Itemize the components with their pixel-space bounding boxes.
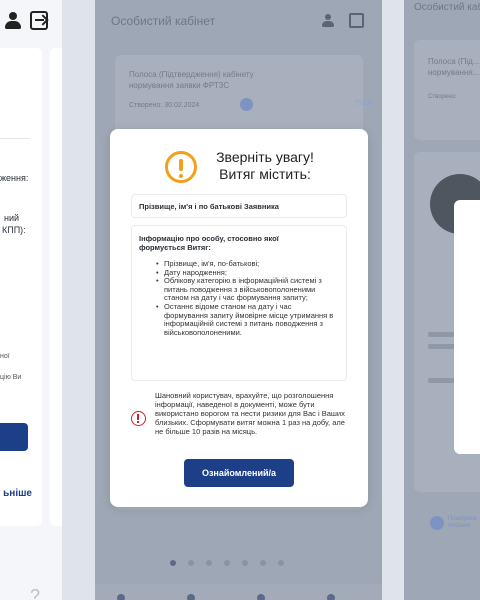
nav-menu-icon[interactable] [327, 594, 335, 600]
pagination-dot[interactable] [242, 560, 248, 566]
acknowledge-button[interactable]: Ознайомлений/а [184, 459, 294, 487]
side-label: Поши [355, 100, 374, 107]
left-screen: ження: ний КПП): ної цію Ви ьніше ? [0, 0, 62, 600]
right-modal [454, 200, 480, 454]
left-text-1: ження: [0, 173, 29, 183]
warning-text: Шановний користувач, врахуйте, що розгол… [155, 391, 345, 436]
left-text-3: КПП): [2, 225, 26, 235]
modal-title-line-1: Зверніть увагу! [216, 149, 314, 165]
nav-doc-icon[interactable] [187, 594, 195, 600]
left-text-5: цію Ви [0, 374, 22, 381]
bottom-nav [95, 584, 382, 600]
left-link[interactable]: ьніше [3, 488, 32, 499]
pagination-dot[interactable] [278, 560, 284, 566]
pagination-dots [170, 560, 310, 568]
pagination-dot[interactable] [188, 560, 194, 566]
modal-header: Зверніть увагу! Витяг містить: [165, 149, 325, 185]
card-date: Створено: [428, 94, 457, 100]
person-info-title: Інформацію про особу, стосовно якої форм… [139, 234, 279, 252]
left-primary-button[interactable] [0, 423, 28, 451]
card-title: Полоса (Під... нормування... [428, 57, 480, 77]
modal-title: Зверніть увагу! Витяг містить: [205, 149, 325, 183]
right-card: Полоса (Під... нормування... Створено: [414, 40, 480, 140]
list-item: Останнє відоме станом на дату і час форм… [156, 302, 336, 337]
divider [0, 138, 30, 139]
right-screen: Особистий кабінет Полоса (Під... нормува… [404, 0, 480, 600]
modal-title-line-2: Витяг містить: [219, 166, 311, 182]
exit-icon[interactable] [30, 11, 48, 30]
alert-circle-icon [131, 411, 146, 426]
attention-modal: Зверніть увагу! Витяг містить: Прізвище,… [110, 129, 368, 507]
footer-text[interactable]: Поширене питання [448, 516, 480, 530]
left-next-card [50, 48, 62, 526]
help-icon[interactable]: ? [30, 586, 40, 600]
applicant-name-label: Прізвище, ім'я і по батькові Заявника [139, 202, 279, 211]
pagination-dot[interactable] [170, 560, 176, 566]
left-header-icons [0, 10, 62, 34]
pagination-dot[interactable] [206, 560, 212, 566]
status-badge [240, 98, 253, 111]
nav-home-icon[interactable] [117, 594, 125, 600]
header-title: Особистий кабінет [414, 2, 480, 13]
left-text-4: ної [0, 353, 10, 360]
user-icon[interactable] [321, 14, 335, 28]
applicant-name-box: Прізвище, ім'я і по батькові Заявника [131, 194, 347, 218]
pagination-dot[interactable] [224, 560, 230, 566]
card-date: Створено: 30.02.2024 [129, 102, 200, 109]
person-info-list: Прізвище, ім'я, по-батькові; Дату народж… [156, 259, 336, 337]
center-header: Особистий кабінет [95, 0, 382, 44]
left-card: ження: ний КПП): ної цію Ви ьніше [0, 48, 42, 526]
warning-circle-icon [165, 151, 197, 183]
left-text-2: ний [4, 213, 20, 223]
nav-chat-icon[interactable] [257, 594, 265, 600]
warning-notice: Шановний користувач, врахуйте, що розгол… [131, 391, 347, 453]
user-icon[interactable] [4, 12, 22, 30]
help-icon[interactable] [430, 516, 444, 530]
card-title: Полоса (Підтвердження) кабінету нормуван… [129, 70, 254, 90]
person-info-box: Інформацію про особу, стосовно якої форм… [131, 225, 347, 381]
list-item: Облікову категорію в інформаційній систе… [156, 276, 336, 303]
header-title: Особистий кабінет [111, 14, 216, 28]
pagination-dot[interactable] [260, 560, 266, 566]
exit-icon[interactable] [349, 13, 364, 28]
